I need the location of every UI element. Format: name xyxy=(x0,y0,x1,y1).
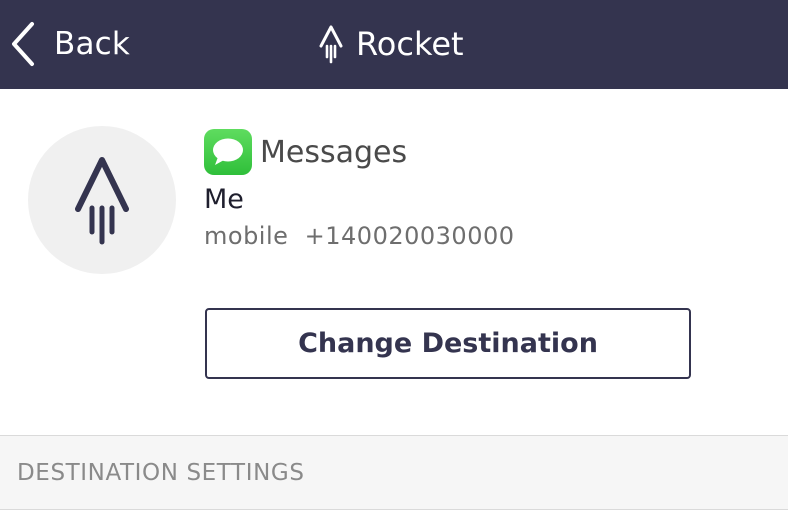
back-button[interactable]: Back xyxy=(10,18,130,70)
destination-avatar xyxy=(28,126,176,274)
settings-content xyxy=(0,510,788,526)
messages-icon xyxy=(204,129,252,175)
page-title-text: Rocket xyxy=(356,25,464,63)
rocket-icon xyxy=(75,157,129,245)
rocket-icon xyxy=(319,25,343,64)
contact-name: Me xyxy=(204,184,244,215)
back-label: Back xyxy=(54,26,131,62)
app-name: Messages xyxy=(260,134,408,170)
destination-app: Messages xyxy=(204,128,407,176)
section-title: DESTINATION SETTINGS xyxy=(17,460,305,486)
chevron-left-icon xyxy=(12,22,34,66)
page-title: Rocket xyxy=(318,22,464,66)
change-destination-button[interactable]: Change Destination xyxy=(205,308,691,379)
contact-phone: mobile +140020030000 xyxy=(204,222,515,250)
nav-bar: Back Rocket xyxy=(0,0,788,89)
destination-settings-header: DESTINATION SETTINGS xyxy=(0,435,788,510)
